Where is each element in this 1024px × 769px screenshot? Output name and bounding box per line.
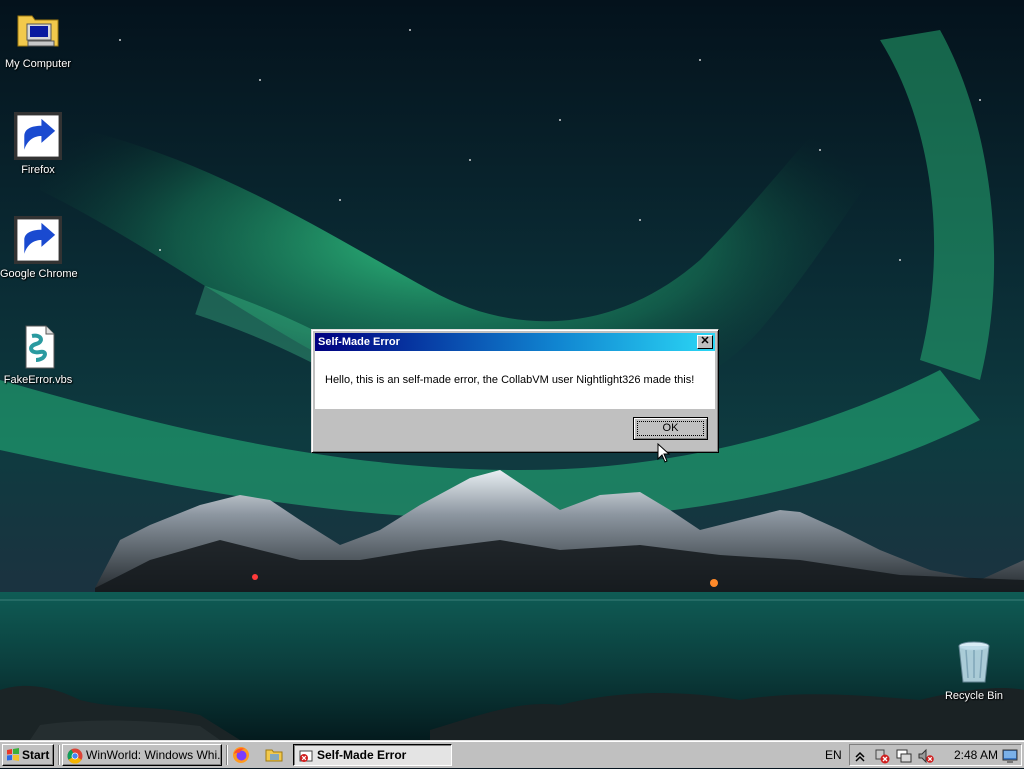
focus-rect	[637, 421, 704, 436]
taskbar-button-self-made-error[interactable]: Self-Made Error	[293, 744, 452, 766]
firefox-icon[interactable]	[232, 746, 250, 764]
mouse-cursor-icon	[657, 443, 671, 463]
dialog-title: Self-Made Error	[318, 336, 400, 348]
shortcut-arrow-icon	[14, 112, 62, 160]
ok-button[interactable]: OK	[633, 417, 708, 440]
dialog-body: Hello, this is an self-made error, the C…	[315, 351, 715, 409]
firefox-icon	[14, 112, 62, 160]
desktop-icon-recycle-bin[interactable]: Recycle Bin	[936, 638, 1012, 703]
show-hidden-icons-icon[interactable]	[852, 748, 868, 764]
chrome-icon	[67, 748, 83, 764]
desktop-icon-label: My Computer	[4, 58, 72, 70]
volume-muted-icon[interactable]	[918, 748, 934, 764]
taskbar-separator	[226, 745, 228, 765]
close-icon: ✕	[700, 335, 710, 347]
desktop-icon-my-computer[interactable]: My Computer	[0, 6, 76, 71]
display-icon[interactable]	[896, 748, 912, 764]
start-button[interactable]: Start	[2, 744, 54, 766]
desktop-icon-google-chrome[interactable]: Google Chrome	[0, 216, 78, 281]
chrome-icon	[14, 216, 62, 264]
desktop-icon-label: Recycle Bin	[944, 690, 1004, 702]
taskbar: Start WinWorld: Windows Whi... Self-Made…	[0, 740, 1024, 768]
network-error-icon[interactable]	[874, 748, 890, 764]
clock[interactable]: 2:48 AM	[954, 745, 998, 765]
desktop-icon[interactable]	[1002, 748, 1018, 764]
desktop-icon-label: Google Chrome	[0, 268, 78, 280]
recycle-bin-icon	[950, 638, 998, 686]
taskbar-button-label: Self-Made Error	[317, 748, 407, 762]
dialog-message: Hello, this is an self-made error, the C…	[325, 374, 695, 386]
dialog-titlebar[interactable]: Self-Made Error ✕	[315, 333, 715, 351]
dialog-close-button[interactable]: ✕	[697, 335, 713, 349]
error-app-icon	[299, 750, 313, 762]
taskbar-button-label: WinWorld: Windows Whi...	[86, 748, 222, 762]
my-computer-icon	[14, 6, 62, 54]
taskbar-button-winworld[interactable]: WinWorld: Windows Whi...	[62, 744, 222, 766]
desktop-icon-firefox[interactable]: Firefox	[0, 112, 76, 177]
error-dialog: Self-Made Error ✕ Hello, this is an self…	[311, 329, 719, 453]
desktop-icon-fakeerror-vbs[interactable]: FakeError.vbs	[0, 322, 76, 387]
language-indicator[interactable]: EN	[825, 741, 842, 769]
shortcut-arrow-icon	[14, 216, 62, 264]
start-label: Start	[22, 748, 50, 762]
desktop-icon-label: Firefox	[21, 164, 55, 176]
desktop-icon-label: FakeError.vbs	[3, 374, 73, 386]
windows-logo-icon	[7, 748, 19, 761]
vbs-script-icon	[14, 322, 62, 370]
system-tray: 2:48 AM	[849, 744, 1022, 766]
taskbar-separator	[58, 745, 60, 765]
folder-icon[interactable]	[265, 746, 283, 764]
